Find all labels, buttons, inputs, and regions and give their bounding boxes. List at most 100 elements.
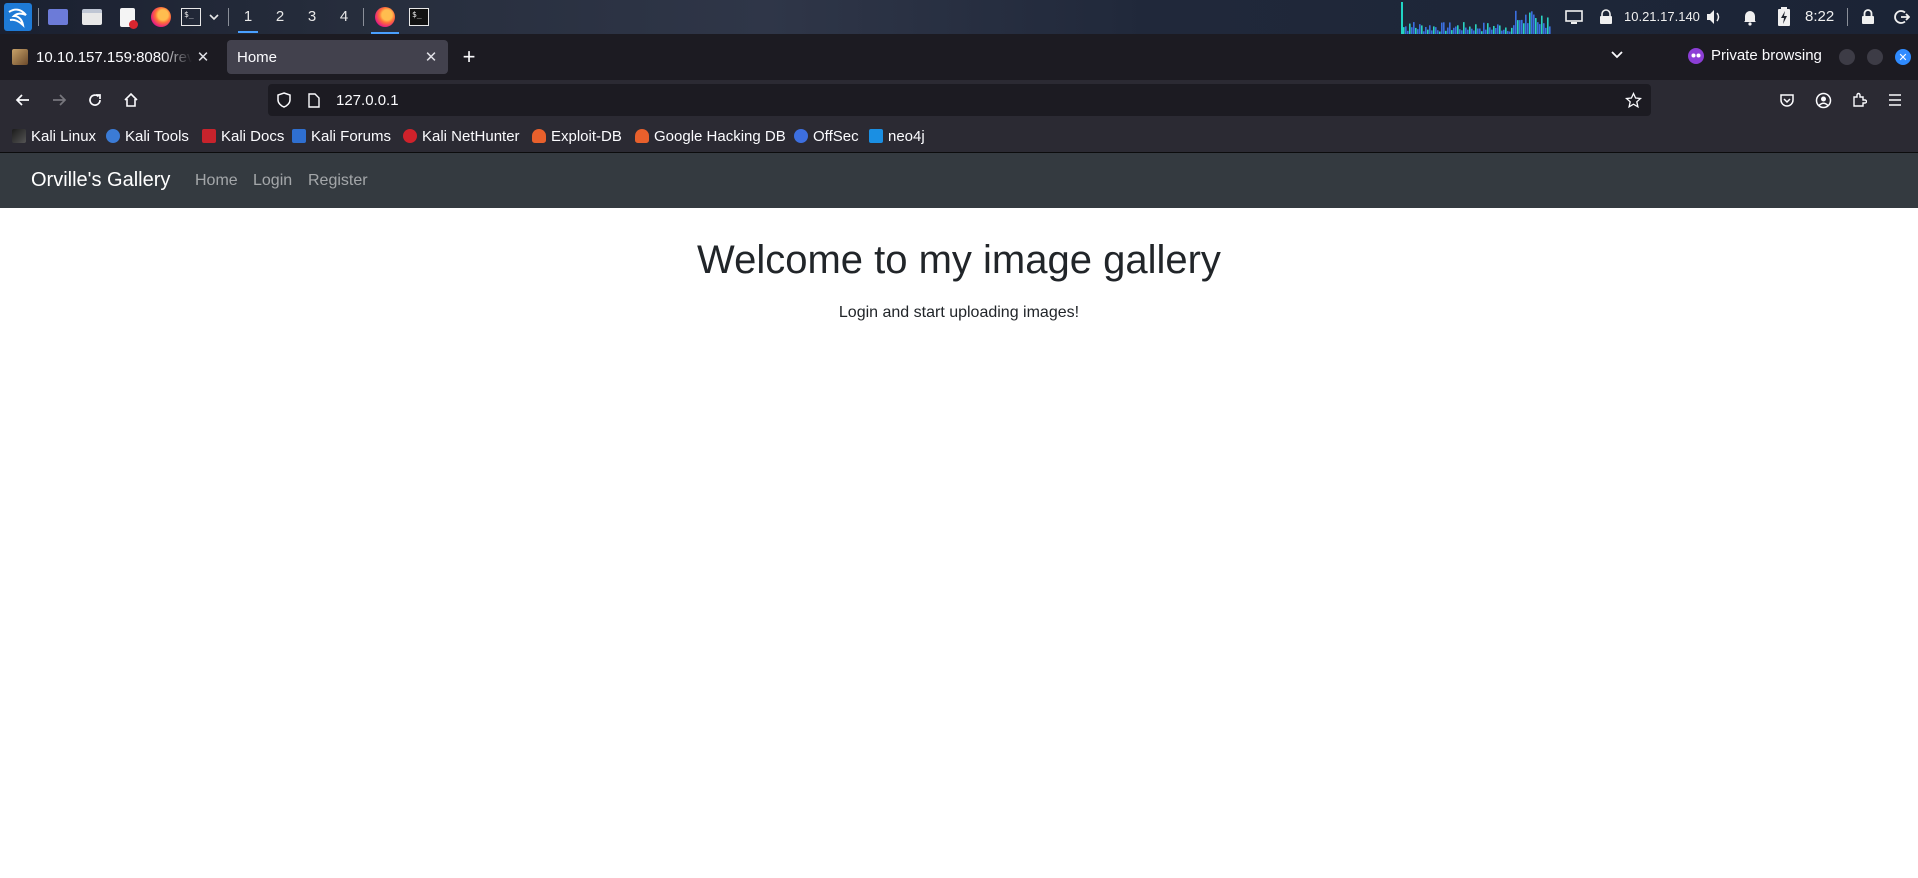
bookmark-label: neo4j [888, 127, 925, 145]
vpn-lock-icon[interactable] [1594, 5, 1618, 29]
desktop-icon[interactable] [46, 5, 70, 29]
panel-separator [228, 8, 229, 26]
network-graph [1401, 2, 1555, 34]
tracking-shield-icon[interactable] [275, 91, 293, 109]
close-window-button[interactable]: ✕ [1895, 49, 1911, 65]
tab-revshell[interactable]: 10.10.157.159:8080/revsh ✕ [2, 40, 220, 74]
network-activity-bar [1411, 27, 1413, 34]
panel-separator [38, 8, 39, 26]
kali-tools-icon [106, 129, 120, 143]
network-activity-bar [1487, 23, 1489, 34]
network-activity-bar [1449, 22, 1451, 34]
hamburger-menu-icon [1889, 94, 1901, 106]
list-all-tabs-button[interactable] [1610, 47, 1624, 65]
battery-charging-icon[interactable] [1772, 5, 1796, 29]
panel-separator [1847, 8, 1848, 26]
bookmark-neo4j[interactable]: neo4j [869, 127, 925, 145]
workspace-2[interactable]: 2 [269, 6, 291, 28]
network-activity-bar [1499, 25, 1501, 34]
page-info-icon[interactable] [305, 91, 323, 109]
page-favicon-icon [12, 49, 28, 65]
bookmark-label: OffSec [813, 127, 859, 145]
bookmark-label: Google Hacking DB [654, 127, 786, 145]
taskbar-terminal[interactable]: $_ [405, 4, 433, 30]
network-activity-bar [1483, 22, 1485, 34]
bookmark-star-icon[interactable] [1624, 91, 1642, 109]
nav-link-home[interactable]: Home [195, 172, 238, 190]
workspace-3[interactable]: 3 [301, 6, 323, 28]
pocket-button[interactable] [1776, 89, 1798, 111]
bookmark-exploit-db[interactable]: Exploit-DB [532, 127, 622, 145]
network-activity-bar [1403, 27, 1405, 34]
network-activity-bar [1523, 23, 1525, 34]
nav-link-login[interactable]: Login [253, 172, 292, 190]
minimize-window-button[interactable] [1839, 49, 1855, 65]
bookmark-kali-forums[interactable]: Kali Forums [292, 127, 391, 145]
url-bar[interactable]: 127.0.0.1 [268, 84, 1651, 116]
network-activity-bar [1519, 20, 1521, 34]
firefox-icon[interactable] [149, 5, 173, 29]
puzzle-icon [1853, 92, 1867, 107]
bookmark-label: Kali Tools [125, 127, 189, 145]
back-button[interactable] [12, 89, 34, 111]
url-text[interactable]: 127.0.0.1 [336, 92, 1624, 109]
forward-button[interactable] [48, 89, 70, 111]
network-activity-bar [1543, 23, 1545, 34]
network-activity-bar [1429, 25, 1431, 34]
lock-screen-icon[interactable] [1856, 5, 1880, 29]
tab-home[interactable]: Home ✕ [227, 40, 448, 74]
bookmark-kali-tools[interactable]: Kali Tools [106, 127, 189, 145]
extensions-button[interactable] [1848, 89, 1870, 111]
bookmark-kali-nethunter[interactable]: Kali NetHunter [403, 127, 520, 145]
network-activity-bar [1533, 14, 1535, 34]
network-activity-bar [1413, 22, 1415, 34]
network-activity-bar [1469, 26, 1471, 34]
network-activity-bar [1529, 12, 1531, 34]
home-icon [124, 92, 138, 107]
network-activity-bar [1489, 27, 1491, 34]
close-tab-icon[interactable]: ✕ [192, 48, 214, 66]
taskbar-firefox[interactable] [371, 4, 399, 34]
reload-icon [89, 94, 101, 106]
text-editor-icon[interactable] [115, 5, 139, 29]
workspace-1[interactable]: 1 [237, 6, 259, 33]
bookmark-label: Kali Forums [311, 127, 392, 145]
home-button[interactable] [120, 89, 142, 111]
kali-menu-icon[interactable] [4, 3, 32, 31]
exploit-db-icon [532, 129, 546, 143]
bookmark-kali-docs[interactable]: Kali Docs [202, 127, 284, 145]
bookmark-offsec[interactable]: OffSec [794, 127, 859, 145]
network-activity-bar [1463, 22, 1465, 34]
account-button[interactable] [1812, 89, 1834, 111]
network-activity-bar [1419, 24, 1421, 34]
logout-icon[interactable] [1890, 5, 1914, 29]
network-activity-bar [1515, 10, 1517, 34]
private-mask-icon [1688, 47, 1704, 64]
clock: 8:22 [1805, 8, 1835, 25]
kali-forums-icon [292, 129, 306, 143]
maximize-window-button[interactable] [1867, 49, 1883, 65]
site-brand[interactable]: Orville's Gallery [31, 169, 170, 192]
display-icon[interactable] [1562, 5, 1586, 29]
new-tab-button[interactable]: + [458, 46, 480, 69]
network-activity-bar [1497, 24, 1499, 34]
bookmark-label: Kali Linux [31, 127, 97, 145]
bookmark-google-hacking-db[interactable]: Google Hacking DB [635, 127, 786, 145]
offsec-icon [794, 129, 808, 143]
neo4j-icon [869, 129, 883, 143]
bookmark-kali-linux[interactable]: Kali Linux [12, 127, 96, 145]
private-browsing-indicator: Private browsing [1688, 47, 1822, 64]
close-tab-icon[interactable]: ✕ [420, 48, 442, 66]
terminal-icon[interactable]: $_ [179, 5, 203, 29]
workspace-4[interactable]: 4 [333, 6, 355, 28]
reload-button[interactable] [84, 89, 106, 111]
menu-button[interactable] [1884, 89, 1906, 111]
nav-link-register[interactable]: Register [308, 172, 368, 190]
notification-bell-icon[interactable] [1738, 5, 1762, 29]
network-activity-bar [1455, 26, 1457, 34]
volume-icon[interactable] [1702, 5, 1726, 29]
dropdown-icon[interactable] [203, 5, 225, 29]
file-manager-icon[interactable] [80, 5, 104, 29]
navigation-toolbar: 127.0.0.1 [0, 80, 1918, 120]
bookmark-label: Kali NetHunter [422, 127, 520, 145]
